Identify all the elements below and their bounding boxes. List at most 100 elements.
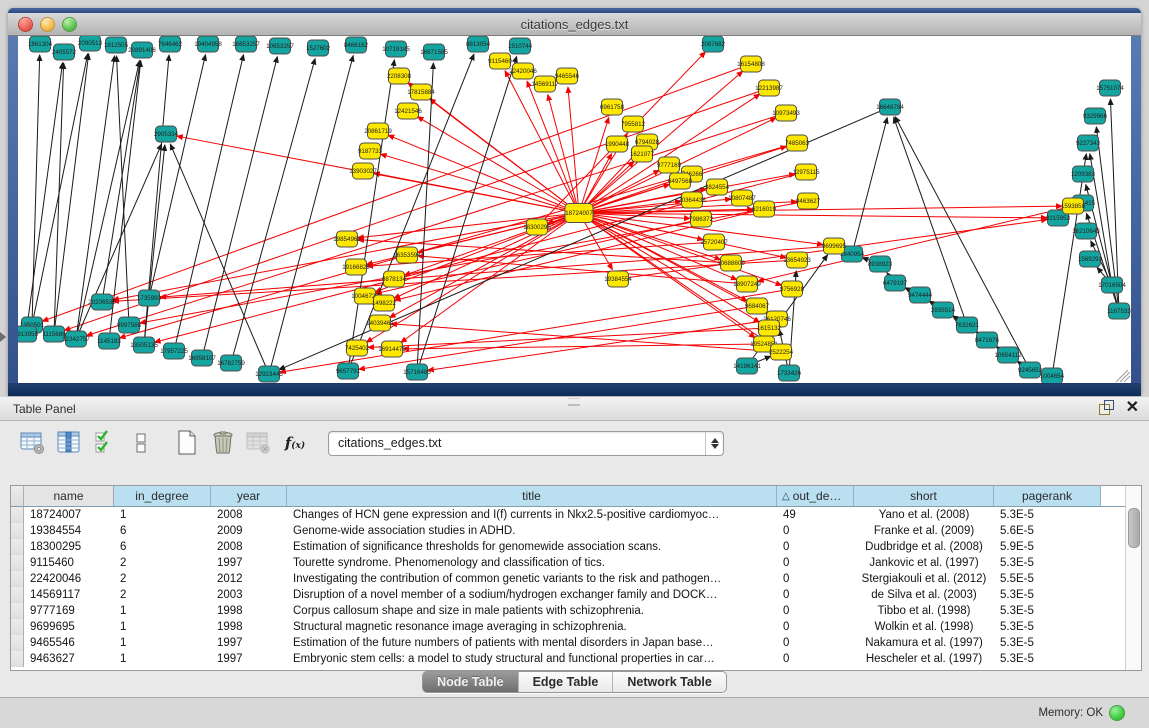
table-cell[interactable]: 1 <box>114 635 211 651</box>
float-window-icon[interactable] <box>1099 400 1114 415</box>
table-cell[interactable]: 1 <box>114 507 211 523</box>
network-node[interactable]: 19384554 <box>604 271 632 287</box>
network-edge[interactable] <box>155 172 806 342</box>
network-node[interactable]: 18300295 <box>523 219 551 235</box>
table-cell[interactable]: 5.3E-5 <box>994 635 1101 651</box>
network-node[interactable]: 16210643 <box>1072 223 1100 239</box>
network-node[interactable]: 9777169 <box>657 157 682 173</box>
network-node[interactable]: 6216019 <box>752 201 777 217</box>
network-edge[interactable] <box>579 213 1047 218</box>
network-edge[interactable] <box>269 56 353 374</box>
network-node[interactable]: 10654112 <box>994 347 1022 363</box>
table-cell[interactable]: Stergiakouli et al. (2012) <box>854 571 994 587</box>
network-node[interactable]: 1615132 <box>757 320 782 336</box>
table-row[interactable]: 1830029562008Estimation of significance … <box>11 539 1125 555</box>
column-header-pagerank[interactable]: pagerank <box>994 486 1101 506</box>
network-edge[interactable] <box>388 135 579 213</box>
network-node[interactable]: 1498222 <box>372 295 397 311</box>
network-node[interactable]: 1527602 <box>306 40 331 56</box>
network-node[interactable]: 1510744 <box>508 38 533 54</box>
network-node[interactable]: 2522254 <box>769 344 794 360</box>
table-cell[interactable]: Structural magnetic resonance image aver… <box>287 619 777 635</box>
function-builder-button[interactable]: f(x) <box>278 427 312 459</box>
table-cell[interactable]: Dudbridge et al. (2008) <box>854 539 994 555</box>
row-height-button[interactable] <box>124 427 158 459</box>
table-cell[interactable]: 0 <box>777 571 854 587</box>
table-cell[interactable]: 0 <box>777 635 854 651</box>
table-cell[interactable]: 49 <box>777 507 854 523</box>
column-header-out_de[interactable]: △out_de… <box>777 486 854 506</box>
network-node[interactable]: 15751074 <box>1096 80 1124 96</box>
vertical-scrollbar[interactable] <box>1125 486 1141 670</box>
network-node[interactable]: 9227343 <box>1076 135 1101 151</box>
network-node[interactable]: 18907249 <box>733 276 761 292</box>
table-cell[interactable]: 2008 <box>211 507 287 523</box>
network-node[interactable]: 7632621 <box>955 317 980 333</box>
network-edge[interactable] <box>758 206 1073 281</box>
network-node[interactable]: 2087682 <box>701 36 726 52</box>
network-node[interactable]: 13654923 <box>783 252 811 268</box>
network-edge[interactable] <box>117 56 129 325</box>
table-cell[interactable]: 18300295 <box>24 539 114 555</box>
column-header-in_degree[interactable]: in_degree <box>114 486 211 506</box>
network-edge[interactable] <box>548 95 579 213</box>
network-node[interactable]: 9997588 <box>117 317 142 333</box>
collapsed-panel-arrow-icon[interactable] <box>0 332 6 342</box>
column-header-name[interactable]: name <box>24 486 114 506</box>
table-cell[interactable]: 2 <box>114 571 211 587</box>
network-edge[interactable] <box>417 56 517 372</box>
network-node[interactable]: 16671585 <box>420 44 448 60</box>
network-node[interactable]: 15720407 <box>700 234 728 250</box>
network-node[interactable]: 14039461 <box>366 315 394 331</box>
table-cell[interactable]: 5.3E-5 <box>994 651 1101 667</box>
network-node[interactable]: 6497568 <box>668 173 693 189</box>
table-cell[interactable]: 9465546 <box>24 635 114 651</box>
network-node[interactable]: 9684067 <box>745 298 770 314</box>
network-edge[interactable] <box>401 213 579 343</box>
tab-edge-table[interactable]: Edge Table <box>519 672 614 692</box>
network-node[interactable]: 2405572 <box>52 44 77 60</box>
network-edge[interactable] <box>852 118 887 254</box>
column-header-title[interactable]: title <box>287 486 777 506</box>
table-cell[interactable]: 2003 <box>211 587 287 603</box>
network-node[interactable]: 19854963 <box>333 231 361 247</box>
table-cell[interactable]: 2 <box>114 587 211 603</box>
network-node[interactable]: 9115460 <box>488 53 512 69</box>
table-select-dropdown[interactable]: citations_edges.txt <box>328 431 724 456</box>
close-panel-icon[interactable]: ✕ <box>1126 400 1139 415</box>
table-cell[interactable]: 5.3E-5 <box>994 507 1101 523</box>
network-node[interactable]: 9329966 <box>1083 108 1108 124</box>
network-canvas[interactable]: 1861304240557220905131812505208914067646… <box>8 36 1141 383</box>
table-cell[interactable]: Nakamura et al. (1997) <box>854 635 994 651</box>
table-cell[interactable]: 5.3E-5 <box>994 587 1101 603</box>
table-cell[interactable]: 1997 <box>211 555 287 571</box>
table-cell[interactable]: 9777169 <box>24 603 114 619</box>
minimize-button[interactable] <box>40 17 55 32</box>
zoom-button[interactable] <box>62 17 77 32</box>
table-cell[interactable]: Genome-wide association studies in ADHD. <box>287 523 777 539</box>
network-node[interactable]: 1209383 <box>1071 166 1096 182</box>
table-cell[interactable]: 5.3E-5 <box>994 619 1101 635</box>
network-node[interactable]: 1861304 <box>28 36 53 52</box>
network-node[interactable]: 8813054 <box>466 36 491 52</box>
network-node[interactable]: 2935514 <box>931 302 956 318</box>
network-node[interactable]: 12342757 <box>62 331 90 347</box>
network-node[interactable]: 3824554 <box>705 179 730 195</box>
network-node[interactable]: 1004654 <box>1040 368 1065 383</box>
table-cell[interactable]: 9463627 <box>24 651 114 667</box>
network-edge[interactable] <box>418 213 579 252</box>
table-cell[interactable]: Yano et al. (2008) <box>854 507 994 523</box>
table-cell[interactable]: 1 <box>114 619 211 635</box>
table-cell[interactable]: Disruption of a novel member of a sodium… <box>287 587 777 603</box>
table-cell[interactable]: 0 <box>777 651 854 667</box>
network-node[interactable]: 9245652 <box>1018 362 1043 378</box>
network-node[interactable]: 16914479 <box>378 341 406 357</box>
table-cell[interactable]: 0 <box>777 619 854 635</box>
table-cell[interactable]: 0 <box>777 539 854 555</box>
network-node[interactable]: 6479197 <box>883 275 908 291</box>
table-settings-button[interactable] <box>16 427 50 459</box>
network-edge[interactable] <box>26 63 63 334</box>
table-row[interactable]: 911546021997Tourette syndrome. Phenomeno… <box>11 555 1125 571</box>
network-node[interactable]: 12923445 <box>255 366 283 382</box>
table-cell[interactable]: 0 <box>777 555 854 571</box>
